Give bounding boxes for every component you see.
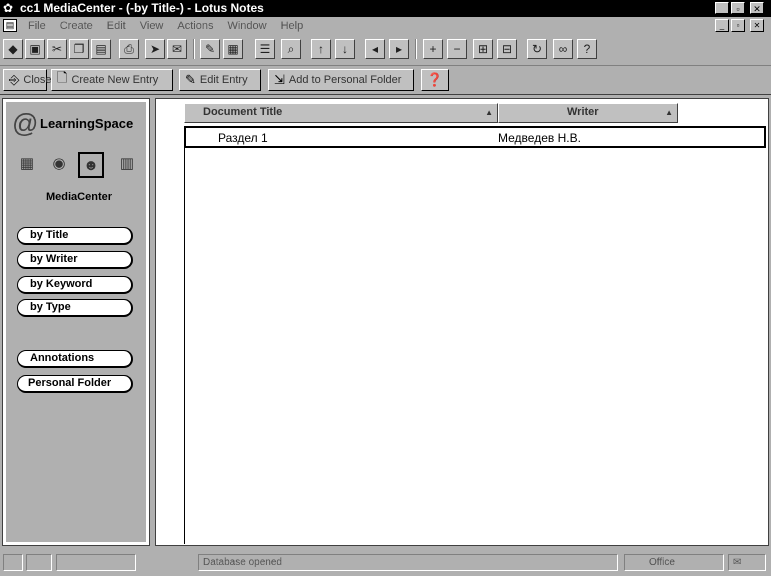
previous-icon[interactable]: ↑ bbox=[311, 39, 331, 59]
minimize-button[interactable]: _ bbox=[715, 2, 729, 14]
open-database-icon[interactable]: ◆ bbox=[3, 39, 23, 59]
edit-icon: ✎ bbox=[185, 72, 196, 87]
status-indicator bbox=[56, 554, 136, 571]
copy-icon[interactable]: ❐ bbox=[69, 39, 89, 59]
view-by-keyword-button[interactable]: by Keyword bbox=[17, 276, 133, 294]
forward-icon[interactable]: ▸ bbox=[389, 39, 409, 59]
schedule-icon[interactable]: ▦ bbox=[14, 152, 40, 178]
back-icon[interactable]: ◂ bbox=[365, 39, 385, 59]
next-icon[interactable]: ↓ bbox=[335, 39, 355, 59]
column-title-label: Document Title bbox=[203, 106, 283, 118]
folder-add-icon: ⇲ bbox=[274, 72, 285, 87]
close-action-button[interactable]: ⎆ Close bbox=[3, 69, 52, 91]
print-icon[interactable]: ⎙ bbox=[119, 39, 139, 59]
menu-create[interactable]: Create bbox=[58, 19, 95, 33]
window-title: cc1 MediaCenter - (-by Title-) - Lotus N… bbox=[20, 1, 264, 15]
search-icon[interactable]: ⌕ bbox=[281, 39, 301, 59]
toolbar-separator bbox=[415, 39, 417, 59]
toolbar: ◆ ▣ ✂ ❐ ▤ ⎙ ➤ ✉ ✎ ▦ ☰ ⌕ ↑ ↓ ◂ ▸ + − ⊞ ⊟ … bbox=[0, 35, 771, 63]
view-by-writer-button[interactable]: by Writer bbox=[17, 251, 133, 269]
save-icon[interactable]: ▣ bbox=[25, 39, 45, 59]
expand-all-icon[interactable]: ⊞ bbox=[473, 39, 493, 59]
create-entry-label: Create New Entry bbox=[71, 74, 159, 86]
action-help-button[interactable]: ❓ bbox=[421, 69, 449, 91]
cut-icon[interactable]: ✂ bbox=[47, 39, 67, 59]
view-by-type-button[interactable]: by Type bbox=[17, 299, 133, 317]
send-icon[interactable]: ➤ bbox=[145, 39, 165, 59]
help-icon[interactable]: ? bbox=[577, 39, 597, 59]
close-action-label: Close bbox=[23, 74, 52, 86]
mdi-minimize-button[interactable]: _ bbox=[715, 19, 729, 32]
logo-text: LearningSpace bbox=[40, 116, 134, 131]
collapse-icon[interactable]: − bbox=[447, 39, 467, 59]
location-field[interactable]: Office bbox=[624, 554, 724, 571]
sort-arrow-icon[interactable]: ▲ bbox=[665, 104, 673, 121]
add-to-folder-label: Add to Personal Folder bbox=[288, 74, 402, 86]
view-pane: Document Title ▲ Writer ▲ Раздел 1 Медве… bbox=[155, 98, 769, 546]
mail-icon[interactable]: ✉ bbox=[167, 39, 187, 59]
section-label: MediaCenter bbox=[45, 191, 113, 203]
navigator-decoration bbox=[36, 324, 116, 352]
lotus-icon[interactable]: ✿ bbox=[3, 1, 17, 15]
add-to-personal-folder-button[interactable]: ⇲ Add to Personal Folder bbox=[268, 69, 414, 91]
edit-entry-label: Edit Entry bbox=[199, 74, 248, 86]
view-by-title-button[interactable]: by Title bbox=[17, 227, 133, 245]
edit-entry-button[interactable]: ✎ Edit Entry bbox=[179, 69, 261, 91]
people-icon[interactable]: ☻ bbox=[78, 152, 104, 178]
column-writer-label: Writer bbox=[567, 106, 599, 118]
annotations-button[interactable]: Annotations bbox=[17, 350, 133, 368]
close-button[interactable]: ✕ bbox=[750, 2, 764, 14]
status-bar: Database opened Office ✉ bbox=[0, 550, 771, 576]
paste-icon[interactable]: ▤ bbox=[91, 39, 111, 59]
status-message: Database opened bbox=[198, 554, 618, 571]
collapse-all-icon[interactable]: ⊟ bbox=[497, 39, 517, 59]
maximize-button[interactable]: ▫ bbox=[731, 2, 745, 14]
menu-window[interactable]: Window bbox=[225, 19, 268, 33]
properties-icon[interactable]: ☰ bbox=[255, 39, 275, 59]
row-title-cell: Раздел 1 bbox=[218, 131, 268, 145]
menu-edit[interactable]: Edit bbox=[105, 19, 128, 33]
sort-arrow-icon[interactable]: ▲ bbox=[485, 104, 493, 121]
binoculars-icon[interactable]: ∞ bbox=[553, 39, 573, 59]
menu-help[interactable]: Help bbox=[279, 19, 306, 33]
status-indicator bbox=[3, 554, 23, 571]
selection-margin-line bbox=[184, 126, 185, 544]
expand-icon[interactable]: + bbox=[423, 39, 443, 59]
spiral-logo-icon: @ bbox=[12, 108, 39, 138]
mail-status-icon[interactable]: ✉ bbox=[728, 554, 766, 571]
learningspace-logo: @ LearningSpace bbox=[12, 108, 148, 142]
refresh-icon[interactable]: ↻ bbox=[527, 39, 547, 59]
table-row[interactable]: Раздел 1 Медведев Н.В. bbox=[184, 126, 766, 148]
mdi-restore-button[interactable]: ▫ bbox=[731, 19, 745, 32]
row-writer-cell: Медведев Н.В. bbox=[498, 131, 581, 145]
document-menu-icon[interactable]: ▤ bbox=[3, 19, 17, 32]
personal-folder-button[interactable]: Personal Folder bbox=[17, 375, 133, 393]
column-header-title[interactable]: Document Title ▲ bbox=[184, 103, 498, 123]
menu-file[interactable]: File bbox=[26, 19, 48, 33]
action-bar: ⎆ Close 🗋 Create New Entry ✎ Edit Entry … bbox=[0, 65, 771, 95]
navigator-icon-row: ▦ ◉ ☻ ▥ bbox=[14, 152, 144, 182]
navigator-background: @ LearningSpace ▦ ◉ ☻ ▥ MediaCenter by T… bbox=[6, 102, 146, 542]
help-icon: ❓ bbox=[426, 72, 444, 87]
status-indicator bbox=[26, 554, 52, 571]
menu-actions[interactable]: Actions bbox=[175, 19, 215, 33]
menu-view[interactable]: View bbox=[138, 19, 166, 33]
edit-document-icon[interactable]: ▦ bbox=[223, 39, 243, 59]
new-document-icon: 🗋 bbox=[57, 70, 68, 85]
cd-icon[interactable]: ◉ bbox=[46, 152, 72, 178]
pencil-icon[interactable]: ✎ bbox=[200, 39, 220, 59]
create-entry-button[interactable]: 🗋 Create New Entry bbox=[51, 69, 173, 91]
title-bar: ✿ cc1 MediaCenter - (-by Title-) - Lotus… bbox=[0, 0, 771, 17]
close-door-icon: ⎆ bbox=[9, 72, 20, 87]
toolbar-separator bbox=[193, 39, 195, 59]
column-header-writer[interactable]: Writer ▲ bbox=[498, 103, 678, 123]
mdi-close-button[interactable]: ✕ bbox=[750, 19, 764, 32]
menu-bar: ▤ File Create Edit View Actions Window H… bbox=[0, 17, 771, 35]
book-icon[interactable]: ▥ bbox=[114, 152, 140, 178]
navigator-pane: @ LearningSpace ▦ ◉ ☻ ▥ MediaCenter by T… bbox=[2, 98, 150, 546]
